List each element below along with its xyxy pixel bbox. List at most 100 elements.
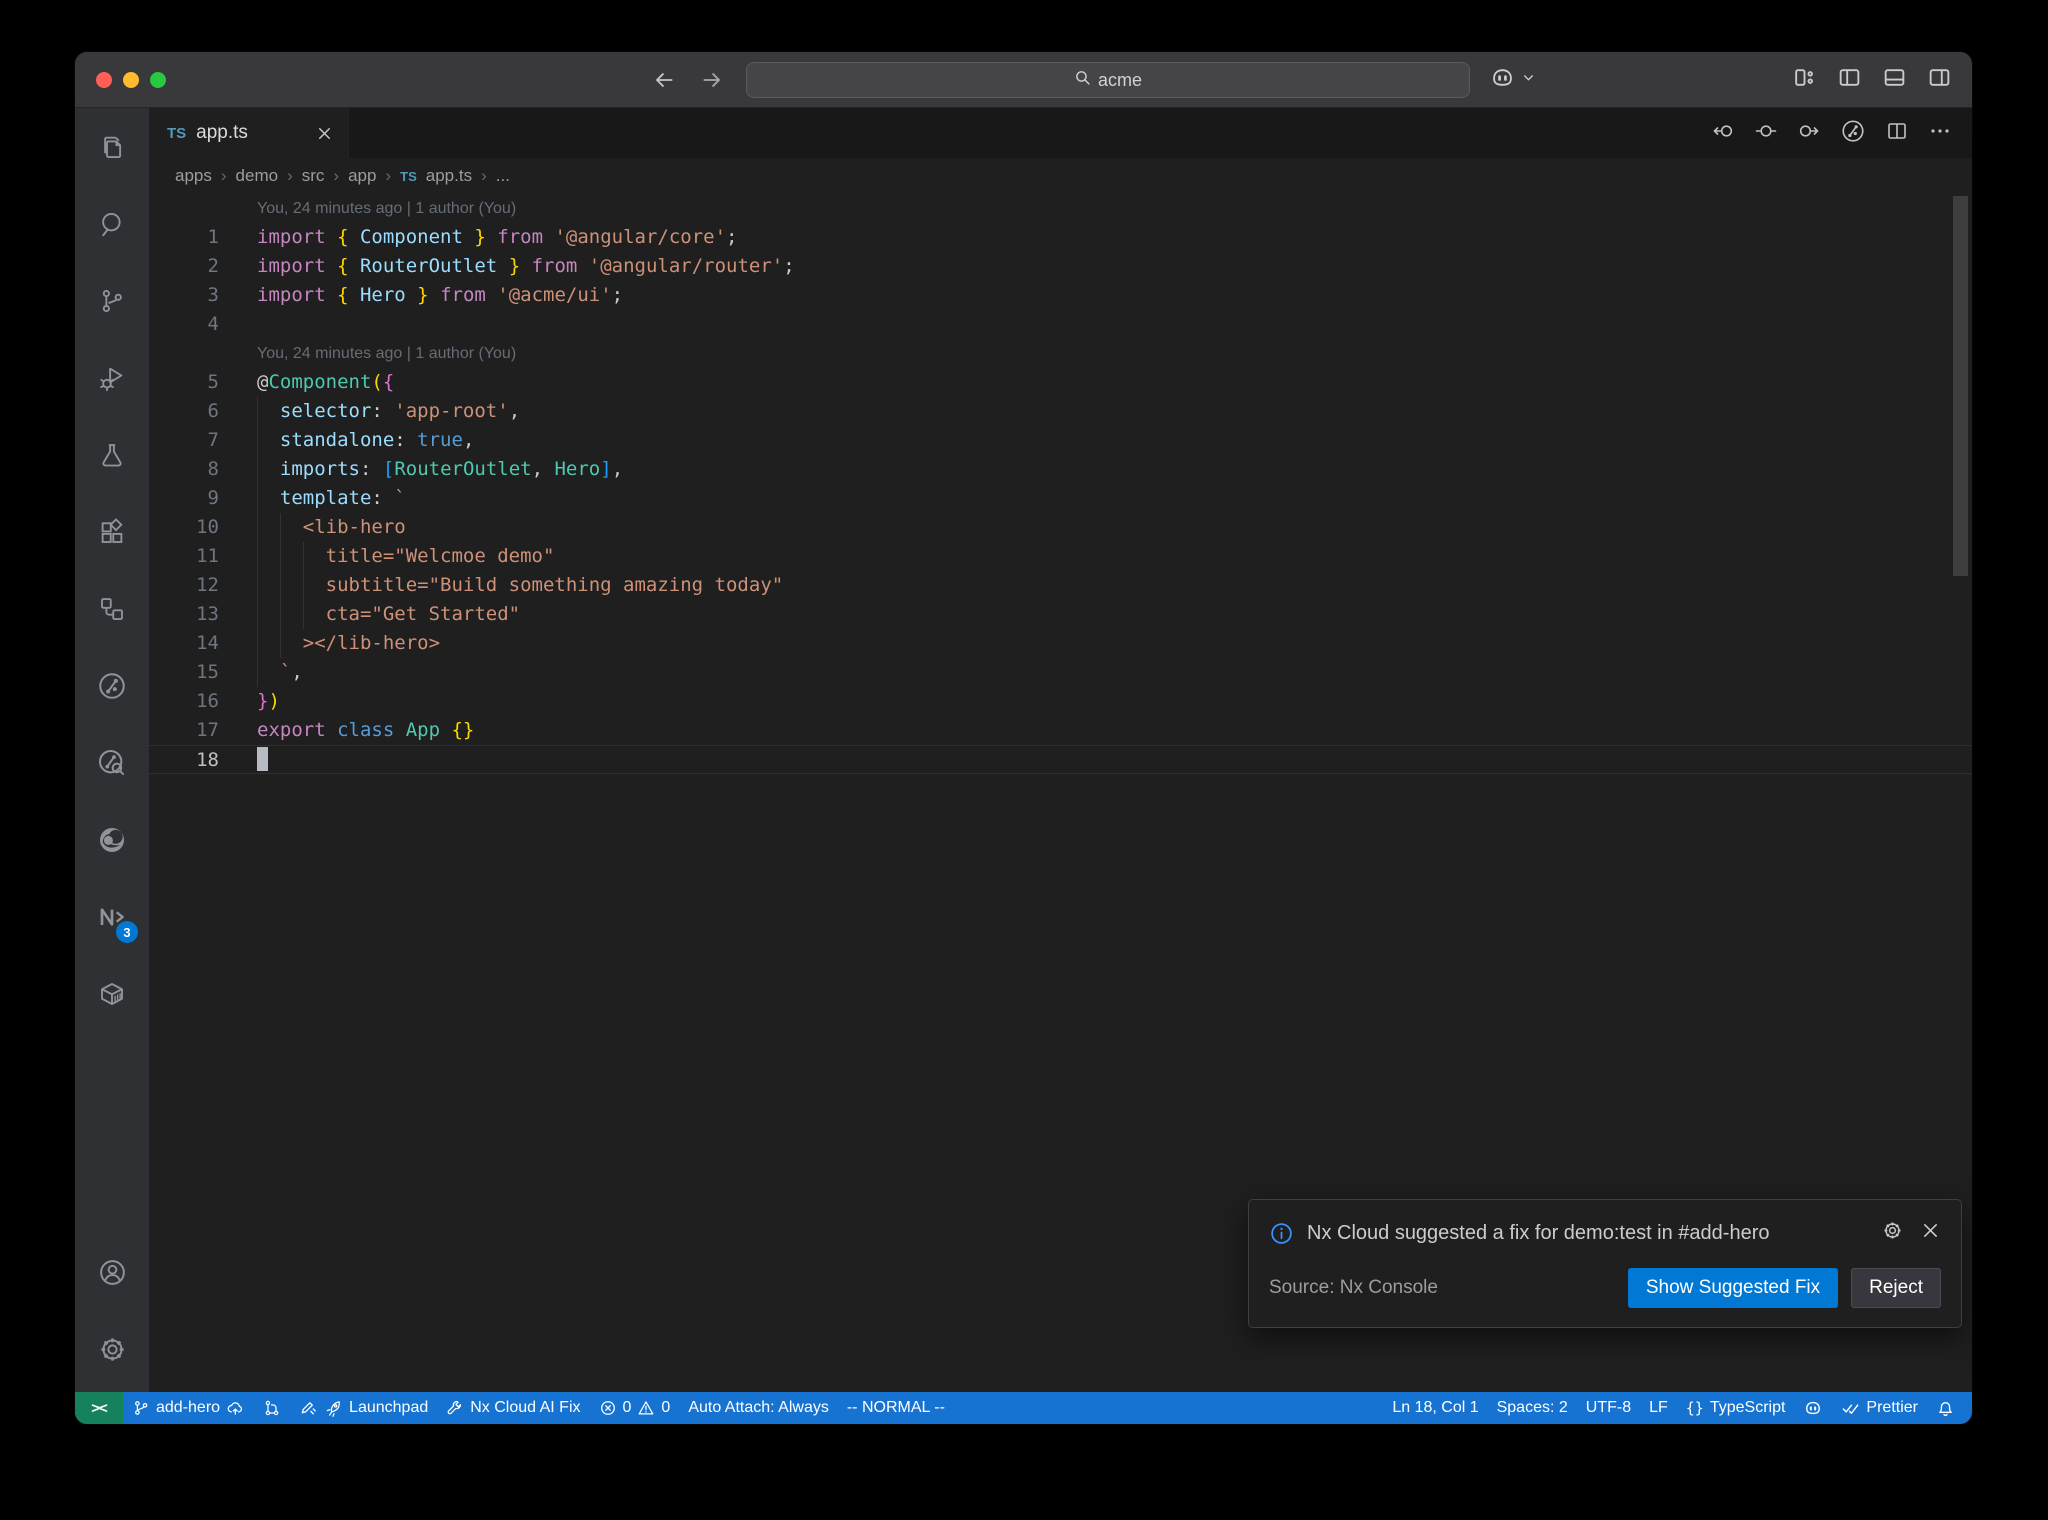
rocket-icon <box>324 1399 343 1418</box>
block-cursor <box>257 747 268 771</box>
toggle-secondary-sidebar-icon[interactable] <box>1927 65 1952 95</box>
account-icon[interactable] <box>75 1234 149 1311</box>
blame-text[interactable]: You, 24 minutes ago | 1 author (You) <box>149 194 516 223</box>
line-number: 4 <box>207 313 219 335</box>
copilot-icon <box>1803 1398 1823 1418</box>
breadcrumb-apps[interactable]: apps <box>175 166 212 186</box>
encoding-status-item[interactable]: UTF-8 <box>1577 1392 1640 1424</box>
code-line: 11 title="Welcmoe demo" <box>149 542 1972 571</box>
problems-status-item[interactable]: 0 0 <box>590 1392 680 1424</box>
remote-indicator[interactable]: >< <box>75 1392 123 1424</box>
back-icon[interactable] <box>651 67 677 93</box>
eol-status-item[interactable]: LF <box>1640 1392 1677 1424</box>
hierarchy-icon[interactable] <box>75 570 149 647</box>
next-change-icon[interactable] <box>1797 119 1821 148</box>
indentation-status-item[interactable]: Spaces: 2 <box>1488 1392 1577 1424</box>
code-line: 4 <box>149 310 1972 339</box>
breadcrumb-demo[interactable]: demo <box>236 166 279 186</box>
command-center-search[interactable]: acme <box>746 62 1470 98</box>
editor-scrollbar[interactable] <box>1953 196 1968 576</box>
breadcrumb-app[interactable]: app <box>348 166 376 186</box>
zoom-window-button[interactable] <box>150 71 166 88</box>
notifications-status-item[interactable] <box>1927 1392 1964 1424</box>
code-line: 2 import { RouterOutlet } from '@angular/… <box>149 252 1972 281</box>
nx-cloud-ai-fix-status-item[interactable]: Nx Cloud AI Fix <box>437 1392 589 1424</box>
copilot-status-item[interactable] <box>1794 1392 1832 1424</box>
minimize-window-button[interactable] <box>123 71 139 88</box>
run-target-icon[interactable] <box>1840 118 1866 149</box>
close-icon[interactable] <box>315 124 334 143</box>
language-status-item[interactable]: {} TypeScript <box>1677 1392 1795 1424</box>
extensions-icon[interactable] <box>75 493 149 570</box>
edge-browser-icon[interactable] <box>75 801 149 878</box>
nx-icon[interactable]: 3 <box>75 878 149 955</box>
indent-guide <box>302 600 304 629</box>
chevron-right-icon: › <box>481 166 487 185</box>
gear-icon[interactable] <box>75 1311 149 1388</box>
code-line: 16}) <box>149 687 1972 716</box>
typescript-file-icon: TS <box>400 168 417 184</box>
gear-icon[interactable] <box>1881 1219 1904 1247</box>
code-line: 18 <box>149 745 1972 774</box>
cursor-position-status-item[interactable]: Ln 18, Col 1 <box>1383 1392 1487 1424</box>
indent-guide <box>257 658 258 687</box>
line-number: 18 <box>196 749 219 771</box>
line-number: 3 <box>207 284 219 306</box>
branch-icon <box>132 1399 150 1417</box>
explorer-icon[interactable] <box>75 108 149 185</box>
split-editor-icon[interactable] <box>1885 119 1909 148</box>
circled-branch-icon[interactable] <box>75 647 149 724</box>
current-change-icon[interactable] <box>1754 119 1778 148</box>
source-control-icon[interactable] <box>75 262 149 339</box>
more-actions-icon[interactable] <box>1928 119 1952 148</box>
indent-guide <box>257 484 258 513</box>
search-view-icon[interactable] <box>75 185 149 262</box>
blame-text[interactable]: You, 24 minutes ago | 1 author (You) <box>149 339 516 368</box>
prev-change-icon[interactable] <box>1711 119 1735 148</box>
container-icon[interactable] <box>75 955 149 1032</box>
notification-toast: Nx Cloud suggested a fix for demo:test i… <box>1248 1199 1962 1328</box>
branch-status-item[interactable]: add-hero <box>123 1392 254 1424</box>
code-text: subtitle="Build something amazing today" <box>219 571 1972 600</box>
close-icon[interactable] <box>1920 1220 1941 1246</box>
git-graph-status-item[interactable] <box>254 1392 290 1424</box>
run-debug-icon[interactable] <box>75 339 149 416</box>
breadcrumb-symbol[interactable]: ... <box>496 166 510 186</box>
breadcrumb-file[interactable]: app.ts <box>426 166 472 186</box>
indent-guide <box>257 600 258 629</box>
formatter-status-item[interactable]: Prettier <box>1832 1392 1927 1424</box>
toggle-panel-icon[interactable] <box>1882 65 1907 95</box>
bell-icon <box>1936 1399 1955 1418</box>
circled-branch-search-icon[interactable] <box>75 724 149 801</box>
testing-icon[interactable] <box>75 416 149 493</box>
forward-icon[interactable] <box>699 67 725 93</box>
line-number: 12 <box>196 574 219 596</box>
info-icon <box>1269 1221 1294 1246</box>
auto-attach-status-item[interactable]: Auto Attach: Always <box>679 1392 838 1424</box>
typescript-file-icon: TS <box>167 124 187 142</box>
branch-name: add-hero <box>156 1399 221 1416</box>
toggle-sidebar-icon[interactable] <box>1837 65 1862 95</box>
indent-guide <box>279 629 281 658</box>
customize-layout-icon[interactable] <box>1792 65 1817 95</box>
tab-app-ts[interactable]: TS app.ts <box>149 108 349 158</box>
chevron-right-icon: › <box>220 166 227 185</box>
tab-bar: TS app.ts <box>149 108 1972 158</box>
indent-guide <box>257 629 258 658</box>
encoding-label: UTF-8 <box>1585 1399 1632 1416</box>
close-window-button[interactable] <box>96 71 112 88</box>
vim-mode-status-item[interactable]: -- NORMAL -- <box>838 1392 954 1424</box>
copilot-icon <box>1489 64 1516 96</box>
notification-source: Source: Nx Console <box>1269 1277 1438 1298</box>
nx-badge: 3 <box>116 921 138 943</box>
launchpad-status-item[interactable]: Launchpad <box>290 1392 437 1424</box>
formatter-label: Prettier <box>1866 1399 1918 1416</box>
title-bar[interactable]: acme <box>75 52 1972 108</box>
warning-icon <box>637 1399 655 1417</box>
search-icon <box>1074 69 1091 91</box>
copilot-menu[interactable] <box>1489 52 1535 108</box>
show-suggested-fix-button[interactable]: Show Suggested Fix <box>1627 1268 1839 1308</box>
reject-button[interactable]: Reject <box>1851 1268 1941 1308</box>
breadcrumb-src[interactable]: src <box>302 166 325 186</box>
line-number: 1 <box>207 226 219 248</box>
